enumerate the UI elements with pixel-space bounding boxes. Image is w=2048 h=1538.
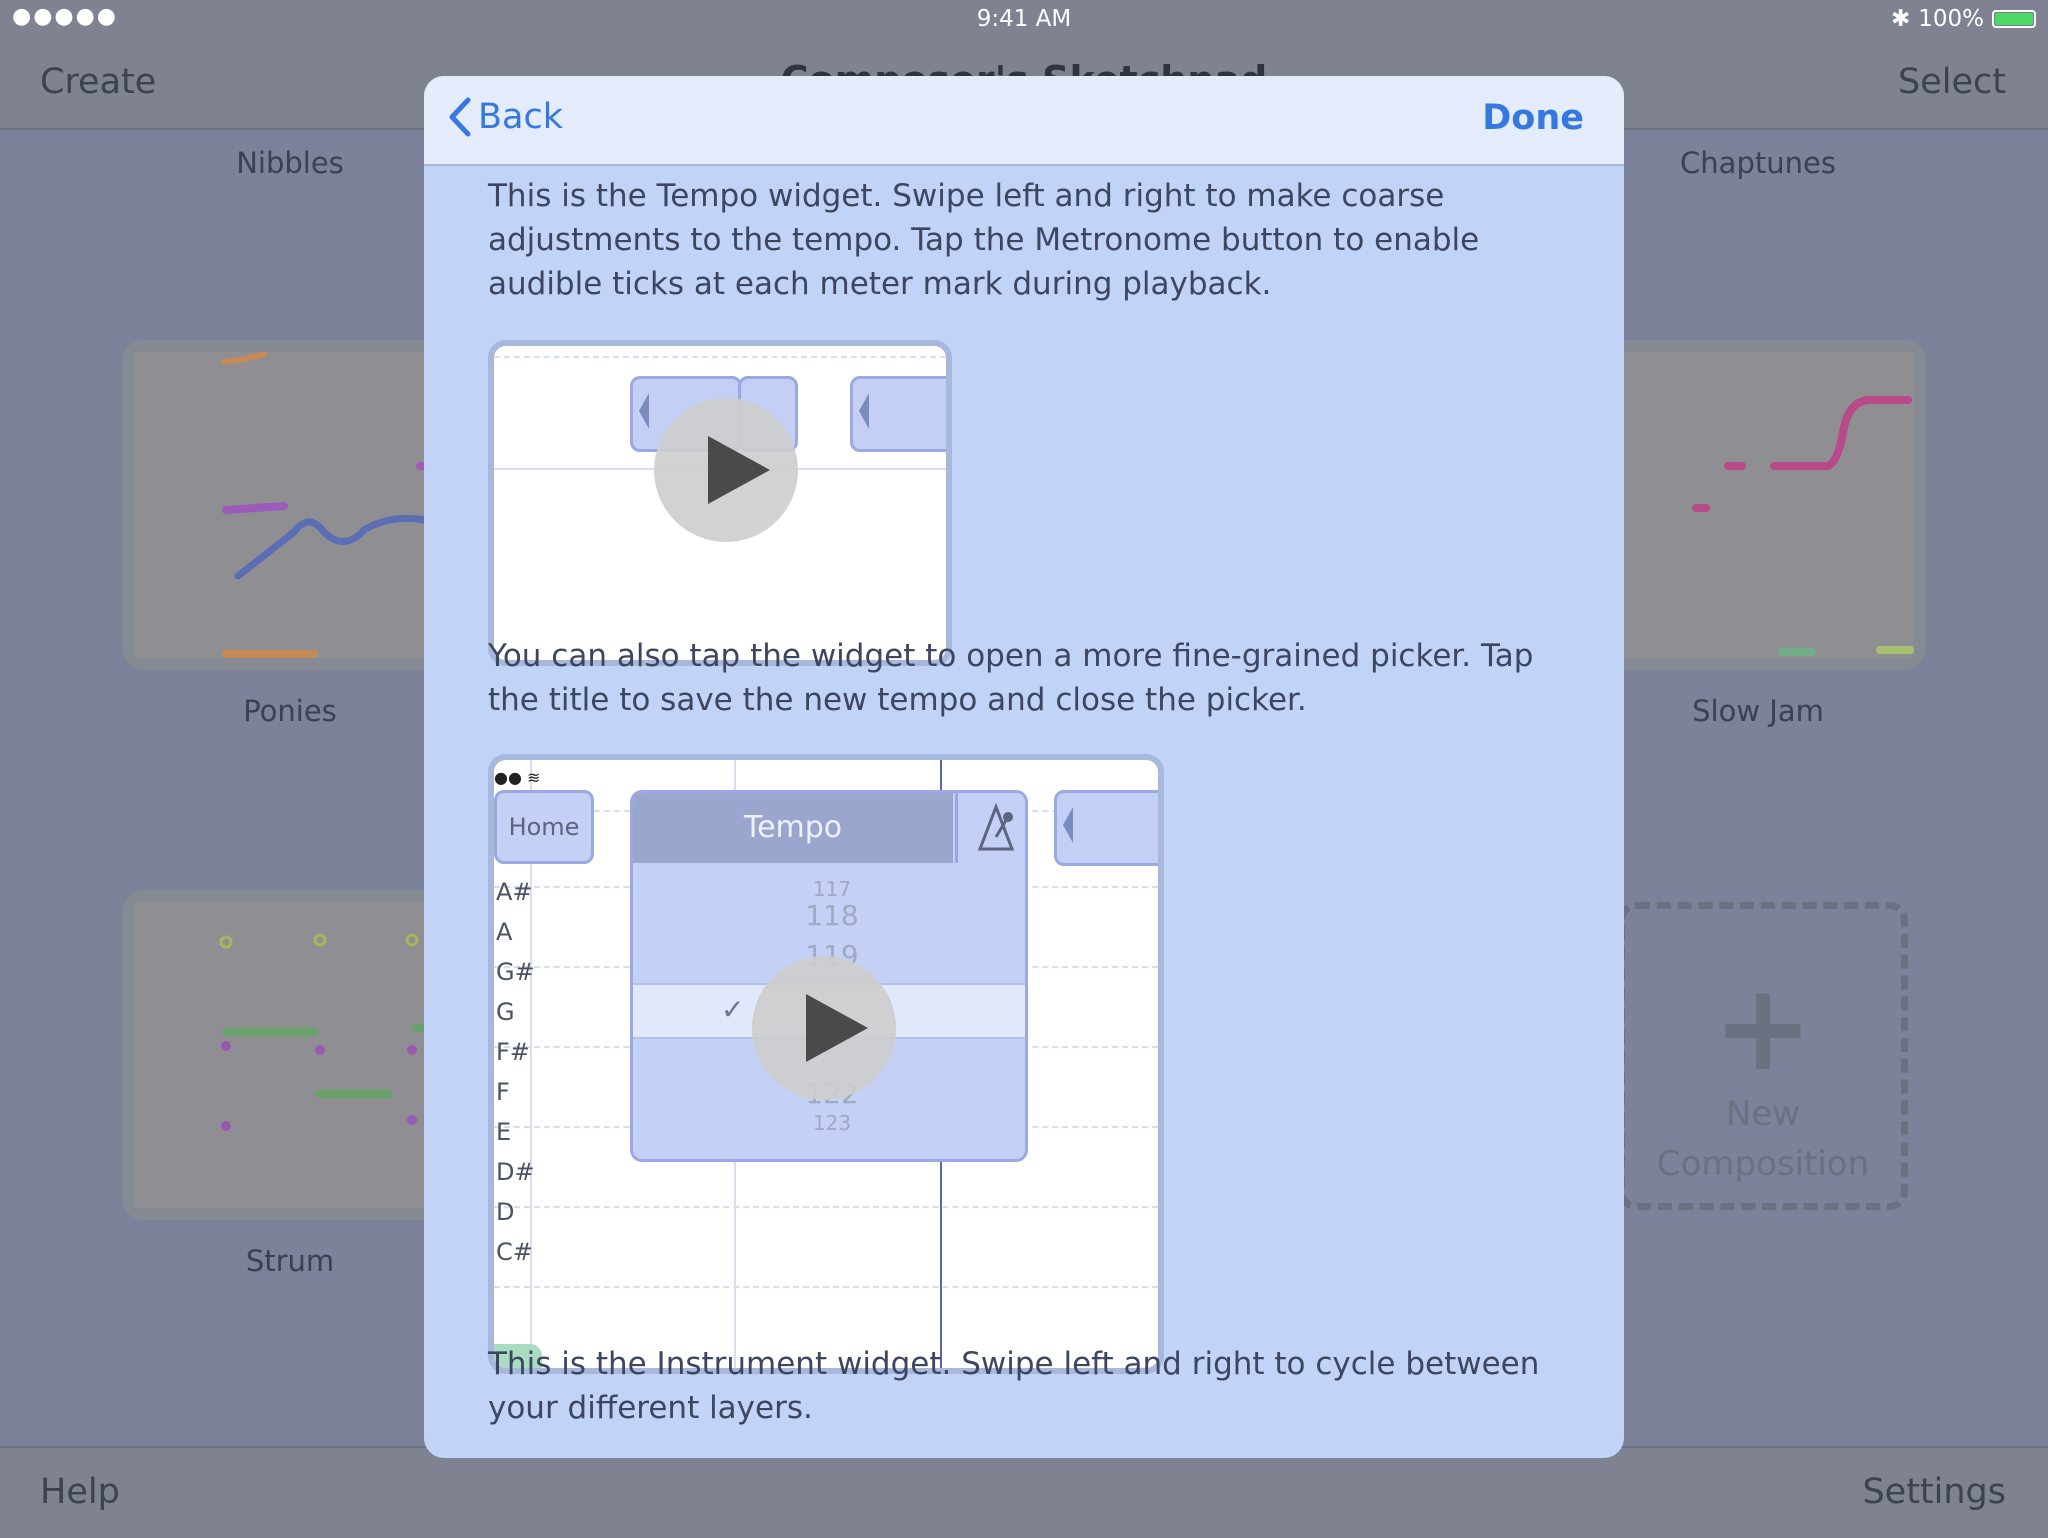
new-composition-label-line2: Composition [1656, 1144, 1870, 1184]
key-label: D [496, 1198, 515, 1226]
status-right: ✱ 100% [1891, 6, 2036, 32]
tempo-picker-video[interactable]: ●● ≋ Home A# A G# G F# F E D# D C# Tempo… [488, 754, 1164, 1374]
bluetooth-icon: ✱ [1890, 6, 1911, 32]
checkmark-icon: ✓ [721, 993, 745, 1026]
new-composition-label-line1: New [1725, 1094, 1801, 1134]
chevron-left-icon [449, 97, 471, 137]
key-label: G# [496, 958, 535, 986]
composition-label: Nibbles [236, 146, 344, 180]
help-button[interactable]: Help [40, 1472, 120, 1512]
composition-label: Strum [245, 1244, 335, 1278]
new-composition-button[interactable]: + New Composition [1618, 902, 1908, 1210]
help-modal: Back Done This is the Tempo widget. Swip… [424, 76, 1624, 1458]
home-button-preview: Home [494, 790, 594, 864]
status-bar: ●●●●● 9:41 AM ✱ 100% [0, 0, 2048, 40]
mini-status-icons: ●● ≋ [494, 768, 541, 787]
tempo-widget-video[interactable] [488, 340, 952, 666]
composition-label: Slow Jam [1692, 694, 1824, 728]
picker-value: 118 [805, 899, 859, 932]
picker-value: 123 [812, 1111, 852, 1135]
metronome-icon [955, 793, 1025, 863]
picker-title: Tempo [633, 793, 953, 863]
bottom-toolbar: Help Settings [0, 1446, 2048, 1538]
grid-line [494, 356, 946, 358]
key-label: F# [496, 1038, 530, 1066]
help-paragraph-tempo: This is the Tempo widget. Swipe left and… [488, 178, 1480, 302]
back-button[interactable]: Back [446, 96, 563, 138]
key-label: A# [496, 878, 533, 906]
help-paragraph-picker: You can also tap the widget to open a mo… [488, 638, 1534, 718]
play-icon[interactable] [654, 398, 798, 542]
plus-icon: + [1712, 959, 1814, 1098]
help-paragraph-instrument: This is the Instrument widget. Swipe lef… [488, 1346, 1540, 1426]
select-button[interactable]: Select [1898, 62, 2006, 102]
instrument-widget-preview [850, 376, 946, 452]
back-label: Back [478, 97, 563, 137]
key-label: A [496, 918, 513, 946]
modal-header: Back Done [424, 76, 1624, 166]
battery-icon [1992, 10, 2036, 28]
composition-label: Chaptunes [1680, 146, 1836, 180]
picker-value: 117 [812, 877, 852, 901]
key-label: F [496, 1078, 510, 1106]
key-label: D# [496, 1158, 535, 1186]
settings-button[interactable]: Settings [1862, 1472, 2006, 1512]
battery-percent: 100% [1918, 6, 1984, 32]
key-label: G [496, 998, 515, 1026]
composition-label: Ponies [243, 694, 337, 728]
instrument-widget-preview [1054, 790, 1158, 866]
key-label: E [496, 1118, 512, 1146]
key-label: C# [496, 1238, 533, 1266]
status-time: 9:41 AM [976, 6, 1072, 32]
done-button[interactable]: Done [1482, 98, 1584, 138]
play-icon[interactable] [752, 956, 896, 1100]
